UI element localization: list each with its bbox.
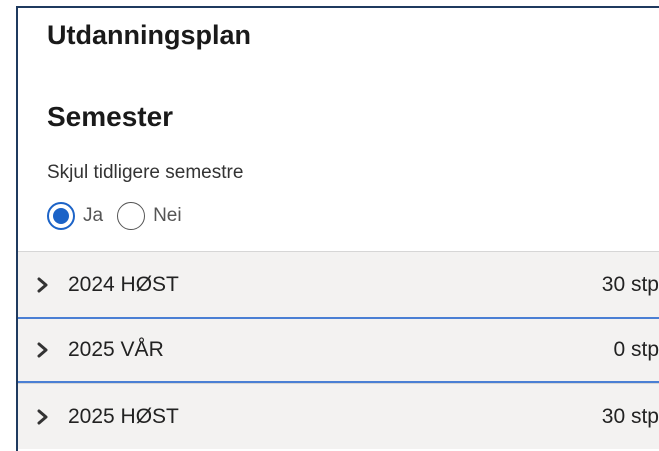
semester-credits: 30 stp [601, 404, 659, 428]
chevron-right-icon [37, 409, 48, 424]
semester-credits: 30 stp [601, 272, 659, 296]
radio-no-label: Nei [153, 205, 182, 226]
chevron-right-icon [37, 342, 48, 358]
radio-yes-label: Ja [83, 205, 104, 226]
page-title: Utdanningsplan [47, 20, 251, 50]
semester-name: 2024 HØST [68, 272, 179, 296]
semester-section-title: Semester [47, 101, 174, 132]
semester-name: 2025 VÅR [68, 338, 164, 361]
radio-yes-checked-icon[interactable] [47, 202, 75, 230]
semester-credits: 0 stp [613, 338, 659, 361]
semester-row-2025-host[interactable]: 2025 HØST 30 stp [18, 383, 659, 449]
hide-previous-semesters-radio-group: Ja Nei [47, 202, 196, 230]
semester-row-2025-var[interactable]: 2025 VÅR 0 stp [18, 317, 659, 383]
radio-option-no[interactable]: Nei [117, 202, 196, 230]
radio-no-unchecked-icon[interactable] [117, 202, 146, 230]
semester-list: 2024 HØST 30 stp 2025 VÅR 0 stp 2025 HØS… [18, 251, 659, 449]
education-plan-panel: Utdanningsplan Semester Skjul tidligere … [16, 6, 659, 451]
semester-name: 2025 HØST [68, 404, 179, 428]
chevron-right-icon [37, 277, 48, 292]
semester-row-2024-host[interactable]: 2024 HØST 30 stp [18, 251, 659, 317]
radio-option-yes[interactable]: Ja [47, 202, 117, 230]
hide-previous-semesters-label: Skjul tidligere semestre [47, 162, 244, 183]
